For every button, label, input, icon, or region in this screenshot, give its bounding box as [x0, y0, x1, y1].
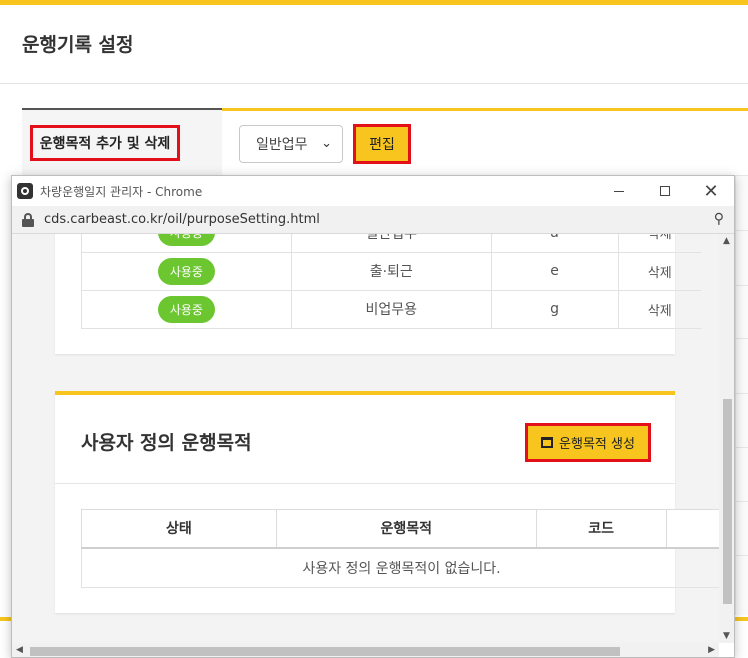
page-viewport: 사용중 일반업무 a 삭제 사용중 출·퇴근 e 삭제 사용중 비업무용 g 삭… — [12, 234, 719, 643]
page-title: 운행기록 설정 — [22, 34, 134, 56]
table-row: 사용자 정의 운행목적이 없습니다. — [81, 547, 719, 588]
chevron-down-icon: ⌄ — [321, 136, 332, 151]
window-icon — [541, 437, 554, 448]
vertical-scrollbar[interactable]: ▲ ▼ — [719, 234, 734, 643]
system-purpose-table: 사용중 일반업무 a 삭제 사용중 출·퇴근 e 삭제 사용중 비업무용 g 삭… — [81, 234, 701, 329]
table-row: 사용중 비업무용 g 삭제 — [81, 290, 701, 329]
column-header-purpose: 운행목적 — [275, 509, 537, 549]
section-divider — [55, 483, 675, 484]
purpose-cell: 출·퇴근 — [290, 252, 492, 291]
table-row: 사용중 출·퇴근 e 삭제 — [81, 252, 701, 291]
custom-purpose-table: 상태 운행목적 코드 사용자 정의 운행목적이 없습니다. — [81, 509, 719, 588]
maximize-icon — [660, 186, 670, 196]
code-cell: g — [490, 290, 619, 329]
minimize-icon — [614, 190, 624, 192]
chrome-app-icon — [17, 183, 33, 199]
top-accent-bar — [0, 0, 748, 5]
delete-link[interactable]: 삭제 — [617, 252, 701, 291]
window-title: 차량운행일지 관리자 - Chrome — [40, 184, 203, 199]
status-badge: 사용중 — [157, 234, 215, 247]
column-header-status: 상태 — [81, 509, 277, 549]
purpose-cell: 일반업무 — [290, 234, 492, 253]
column-header-code: 코드 — [535, 509, 667, 549]
table-row: 사용중 일반업무 a 삭제 — [81, 234, 701, 253]
close-icon: ✕ — [703, 180, 719, 202]
vertical-scroll-thumb[interactable] — [723, 399, 732, 604]
horizontal-scroll-thumb[interactable] — [30, 647, 620, 656]
empty-message: 사용자 정의 운행목적이 없습니다. — [81, 547, 719, 588]
delete-link[interactable]: 삭제 — [617, 290, 701, 329]
create-purpose-label: 운행목적 생성 — [559, 437, 635, 452]
header-divider — [0, 83, 748, 84]
purpose-select[interactable]: 일반업무 ⌄ — [239, 125, 343, 163]
url-text[interactable]: cds.carbeast.co.kr/oil/purposeSetting.ht… — [44, 212, 320, 227]
delete-link[interactable]: 삭제 — [617, 234, 701, 253]
popup-window: 차량운행일지 관리자 - Chrome ✕ cds.carbeast.co.kr… — [11, 175, 735, 658]
status-badge: 사용중 — [157, 257, 215, 285]
close-button[interactable]: ✕ — [688, 176, 734, 206]
purpose-select-value: 일반업무 — [256, 137, 308, 153]
status-badge: 사용중 — [157, 295, 215, 323]
purpose-cell: 비업무용 — [290, 290, 492, 329]
scroll-down-arrow-icon[interactable]: ▼ — [723, 631, 730, 641]
background-table-edge — [735, 175, 748, 615]
code-cell: a — [490, 234, 619, 253]
table-header-row: 상태 운행목적 코드 — [81, 509, 719, 549]
custom-section-heading: 사용자 정의 운행목적 — [81, 432, 252, 454]
edit-button[interactable]: 편집 — [353, 124, 411, 164]
address-bar[interactable]: cds.carbeast.co.kr/oil/purposeSetting.ht… — [12, 206, 734, 234]
scroll-right-arrow-icon[interactable]: ▶ — [708, 645, 715, 655]
maximize-button[interactable] — [642, 176, 688, 206]
scroll-up-arrow-icon[interactable]: ▲ — [723, 236, 730, 246]
lock-icon — [22, 212, 34, 227]
settings-accent-line — [222, 108, 748, 111]
column-header-action — [665, 509, 719, 549]
section-label-purpose: 운행목적 추가 및 삭제 — [30, 125, 180, 161]
zoom-icon[interactable]: ⚲ — [714, 211, 724, 227]
minimize-button[interactable] — [596, 176, 642, 206]
window-titlebar[interactable]: 차량운행일지 관리자 - Chrome ✕ — [12, 176, 734, 206]
horizontal-scrollbar[interactable]: ◀ ▶ — [12, 643, 719, 657]
scroll-left-arrow-icon[interactable]: ◀ — [16, 645, 23, 655]
custom-purpose-card: 사용자 정의 운행목적 운행목적 생성 상태 운행목적 코드 사용자 정의 운행… — [55, 391, 719, 613]
system-purpose-card: 사용중 일반업무 a 삭제 사용중 출·퇴근 e 삭제 사용중 비업무용 g 삭… — [55, 234, 701, 354]
code-cell: e — [490, 252, 619, 291]
create-purpose-button[interactable]: 운행목적 생성 — [525, 423, 651, 462]
